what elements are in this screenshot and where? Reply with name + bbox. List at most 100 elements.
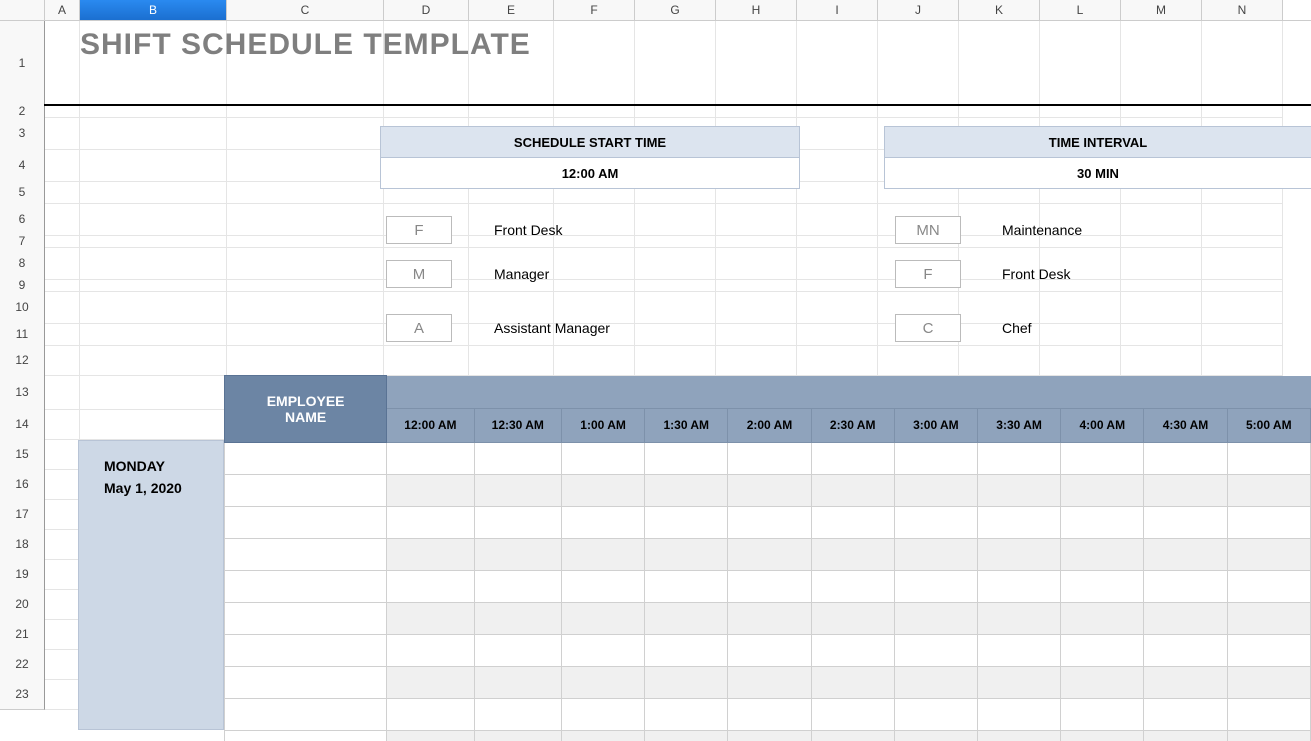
cell-M18[interactable] — [1121, 529, 1202, 560]
cell-J5[interactable] — [878, 181, 959, 204]
cell-C1[interactable] — [227, 21, 384, 106]
column-header-H[interactable]: H — [716, 0, 797, 20]
cell-H6[interactable] — [716, 203, 797, 236]
cell-J1[interactable] — [878, 21, 959, 106]
column-header-L[interactable]: L — [1040, 0, 1121, 20]
cell-C6[interactable] — [227, 203, 384, 236]
cell-H21[interactable] — [716, 619, 797, 650]
cell-H4[interactable] — [716, 149, 797, 182]
cell-G19[interactable] — [635, 559, 716, 590]
cell-A12[interactable] — [45, 345, 80, 376]
shift-cell[interactable] — [561, 731, 644, 741]
cell-B5[interactable] — [80, 181, 227, 204]
cell-F4[interactable] — [554, 149, 635, 182]
cell-A20[interactable] — [45, 589, 80, 620]
cell-H12[interactable] — [716, 345, 797, 376]
cell-M20[interactable] — [1121, 589, 1202, 620]
row-header-13[interactable]: 13 — [0, 375, 45, 410]
row-header-23[interactable]: 23 — [0, 679, 45, 710]
cell-M16[interactable] — [1121, 469, 1202, 500]
cell-D3[interactable] — [384, 117, 469, 150]
cell-D17[interactable] — [384, 499, 469, 530]
cell-G8[interactable] — [635, 247, 716, 280]
cell-J6[interactable] — [878, 203, 959, 236]
cell-D14[interactable] — [384, 409, 469, 440]
cell-M15[interactable] — [1121, 439, 1202, 470]
cell-M10[interactable] — [1121, 291, 1202, 324]
cell-F18[interactable] — [554, 529, 635, 560]
cell-F5[interactable] — [554, 181, 635, 204]
shift-cell[interactable] — [811, 731, 894, 741]
cell-B22[interactable] — [80, 649, 227, 680]
shift-cell[interactable] — [387, 731, 474, 741]
cell-M17[interactable] — [1121, 499, 1202, 530]
cell-G5[interactable] — [635, 181, 716, 204]
cell-D19[interactable] — [384, 559, 469, 590]
cell-N13[interactable] — [1202, 375, 1283, 410]
cell-N22[interactable] — [1202, 649, 1283, 680]
cell-N10[interactable] — [1202, 291, 1283, 324]
cell-C5[interactable] — [227, 181, 384, 204]
cell-G15[interactable] — [635, 439, 716, 470]
cell-J10[interactable] — [878, 291, 959, 324]
cell-L8[interactable] — [1040, 247, 1121, 280]
select-all-corner[interactable] — [0, 0, 45, 20]
cell-N21[interactable] — [1202, 619, 1283, 650]
row-header-22[interactable]: 22 — [0, 649, 45, 680]
cell-C20[interactable] — [227, 589, 384, 620]
cell-N5[interactable] — [1202, 181, 1283, 204]
cell-J16[interactable] — [878, 469, 959, 500]
cell-F21[interactable] — [554, 619, 635, 650]
cell-E1[interactable] — [469, 21, 554, 106]
cell-C17[interactable] — [227, 499, 384, 530]
cell-F11[interactable] — [554, 323, 635, 346]
column-header-J[interactable]: J — [878, 0, 959, 20]
cell-A23[interactable] — [45, 679, 80, 710]
cell-L6[interactable] — [1040, 203, 1121, 236]
cell-L14[interactable] — [1040, 409, 1121, 440]
cell-D18[interactable] — [384, 529, 469, 560]
cell-J23[interactable] — [878, 679, 959, 710]
cell-A17[interactable] — [45, 499, 80, 530]
cell-I8[interactable] — [797, 247, 878, 280]
cell-M23[interactable] — [1121, 679, 1202, 710]
cell-E17[interactable] — [469, 499, 554, 530]
shift-cell[interactable] — [1061, 731, 1144, 741]
cell-G13[interactable] — [635, 375, 716, 410]
cell-L11[interactable] — [1040, 323, 1121, 346]
shift-cell[interactable] — [977, 731, 1060, 741]
cell-I20[interactable] — [797, 589, 878, 620]
cell-N19[interactable] — [1202, 559, 1283, 590]
column-header-N[interactable]: N — [1202, 0, 1283, 20]
cell-K18[interactable] — [959, 529, 1040, 560]
cell-A10[interactable] — [45, 291, 80, 324]
cell-F20[interactable] — [554, 589, 635, 620]
shift-cell[interactable] — [474, 731, 561, 741]
cell-A11[interactable] — [45, 323, 80, 346]
cell-M4[interactable] — [1121, 149, 1202, 182]
cell-K10[interactable] — [959, 291, 1040, 324]
cell-D22[interactable] — [384, 649, 469, 680]
cell-I19[interactable] — [797, 559, 878, 590]
cell-H22[interactable] — [716, 649, 797, 680]
cell-G3[interactable] — [635, 117, 716, 150]
cell-B23[interactable] — [80, 679, 227, 710]
cell-E6[interactable] — [469, 203, 554, 236]
cell-I3[interactable] — [797, 117, 878, 150]
cell-C13[interactable] — [227, 375, 384, 410]
row-header-6[interactable]: 6 — [0, 203, 45, 236]
cell-K1[interactable] — [959, 21, 1040, 106]
column-header-A[interactable]: A — [45, 0, 80, 20]
row-header-4[interactable]: 4 — [0, 149, 45, 182]
column-header-G[interactable]: G — [635, 0, 716, 20]
cell-B16[interactable] — [80, 469, 227, 500]
cell-N20[interactable] — [1202, 589, 1283, 620]
cell-C10[interactable] — [227, 291, 384, 324]
cell-D5[interactable] — [384, 181, 469, 204]
cell-B20[interactable] — [80, 589, 227, 620]
shift-cell[interactable] — [728, 731, 811, 741]
cell-M14[interactable] — [1121, 409, 1202, 440]
cell-G20[interactable] — [635, 589, 716, 620]
cell-C11[interactable] — [227, 323, 384, 346]
row-header-14[interactable]: 14 — [0, 409, 45, 440]
